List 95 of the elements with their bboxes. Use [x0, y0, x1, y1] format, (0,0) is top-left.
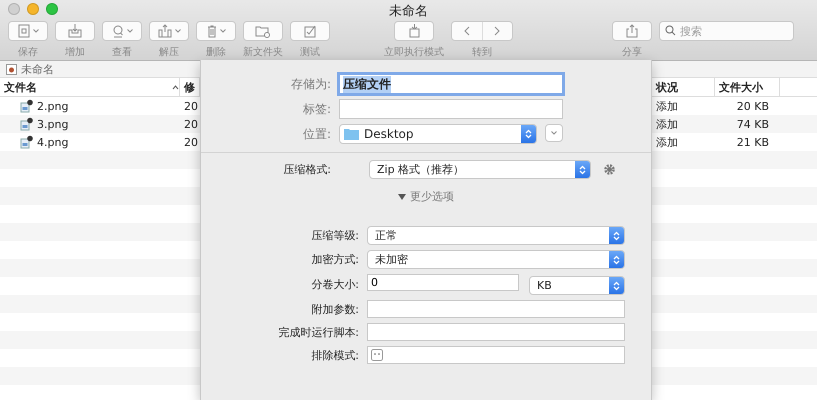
search-icon: [665, 25, 676, 36]
option-label: 压缩等级:: [310, 228, 359, 243]
path-label: 未命名: [21, 62, 54, 76]
option-label: 加密方式:: [310, 252, 359, 267]
run-mode-button[interactable]: [394, 21, 434, 41]
stepper-icon: [613, 280, 620, 290]
stepper-icon: [525, 129, 532, 139]
window-title: 未命名: [389, 4, 428, 19]
selected-text: 压缩文件: [343, 76, 391, 92]
file-name-cell: 3.png: [0, 117, 180, 131]
toolbar-label: 增加: [65, 46, 85, 59]
toolbar-label: 新文件夹: [243, 46, 283, 59]
toolbar-label: 删除: [206, 46, 226, 59]
size-cell-text: 74 KB: [736, 118, 770, 130]
column-header[interactable]: 文件名: [0, 78, 180, 96]
caret-icon: [174, 29, 180, 33]
archive-icon: [6, 64, 17, 74]
location-select[interactable]: Desktop: [339, 124, 537, 144]
share-button[interactable]: [612, 21, 652, 41]
toolbar-button[interactable]: [55, 21, 95, 41]
caret-icon: [126, 29, 132, 33]
folder-icon: [344, 128, 359, 140]
size-cell-text: 21 KB: [736, 136, 770, 148]
disclosure-button[interactable]: 更少选项: [398, 189, 454, 204]
image-file-icon: [20, 99, 34, 113]
toolbar-label: 立即执行模式: [384, 46, 444, 59]
chevron-left-icon: [464, 26, 470, 36]
tray-download-icon: [68, 24, 82, 38]
toolbar-label: 查看: [112, 46, 132, 59]
toolbar-label: 转到: [472, 46, 492, 59]
status-cell-text: 添加: [655, 116, 679, 132]
column-header[interactable]: 文件大小: [715, 78, 780, 96]
toolbar-button[interactable]: [8, 21, 48, 41]
toolbar-label: 测试: [300, 46, 320, 59]
format-label: 压缩格式:: [282, 162, 331, 177]
folder-plus-icon: [255, 24, 271, 38]
file-name-cell: 4.png: [0, 135, 180, 149]
option-field[interactable]: [367, 300, 625, 318]
chevron-right-icon: [494, 26, 500, 36]
sort-ascending-icon: [172, 84, 179, 90]
navigation-control[interactable]: [451, 21, 513, 41]
tags-field[interactable]: [339, 99, 563, 119]
image-file-icon: [20, 117, 34, 131]
trash-icon: [206, 24, 216, 38]
option-field[interactable]: 0: [367, 274, 519, 291]
option-select[interactable]: 正常: [367, 226, 625, 245]
image-file-icon: [20, 135, 34, 149]
caret-icon: [551, 131, 557, 135]
status-cell-text: 添加: [655, 98, 679, 114]
checkbox-icon: [304, 24, 316, 38]
file-name-cell: 2.png: [0, 99, 180, 113]
date-cell-text: 20: [183, 136, 199, 148]
expand-button[interactable]: [545, 124, 563, 142]
device-icon: [408, 24, 420, 38]
option-select[interactable]: 未加密: [367, 250, 625, 269]
option-field[interactable]: [367, 346, 625, 364]
stepper-icon: [579, 164, 586, 174]
unit-select[interactable]: KB: [529, 276, 625, 295]
toolbar-button[interactable]: [196, 21, 236, 41]
date-cell-text: 20: [183, 118, 199, 130]
search-field[interactable]: 搜索: [659, 21, 794, 41]
date-cell-text: 20: [183, 100, 199, 112]
format-select[interactable]: Zip 格式（推荐）: [369, 160, 591, 179]
option-label: 完成时运行脚本:: [277, 324, 359, 340]
option-field[interactable]: [367, 323, 625, 341]
option-label: 附加参数:: [310, 302, 359, 316]
caret-icon: [32, 29, 38, 33]
tags-label: 标签:: [302, 100, 331, 118]
token-icon: [371, 349, 383, 361]
option-label: 排除模式:: [310, 348, 359, 362]
toolbar-label: 保存: [18, 46, 38, 59]
caret-icon: [220, 29, 226, 33]
zoom-button[interactable]: [46, 3, 58, 15]
toolbar-button[interactable]: [243, 21, 283, 41]
tray-upload-icon: [158, 24, 172, 38]
toolbar-label: 解压: [159, 46, 179, 59]
close-button[interactable]: [8, 3, 20, 15]
stepper-icon: [613, 254, 620, 264]
minimize-button[interactable]: [27, 3, 39, 15]
save-as-label: 存储为:: [290, 76, 331, 92]
status-cell-text: 添加: [655, 134, 679, 150]
toolbar-button[interactable]: [290, 21, 330, 41]
save-as-field[interactable]: 压缩文件: [337, 72, 565, 96]
option-label: 分卷大小:: [310, 277, 359, 292]
stepper-icon: [613, 230, 620, 240]
gear-icon: [603, 163, 616, 176]
magnifier-icon: [112, 24, 124, 38]
disclosure-triangle-icon: [398, 192, 406, 200]
share-icon: [626, 24, 638, 38]
toolbar-label: 分享: [622, 46, 642, 59]
toolbar-button[interactable]: [149, 21, 189, 41]
archive-icon: [18, 24, 30, 38]
size-cell-text: 20 KB: [736, 100, 770, 112]
location-label: 位置:: [302, 126, 331, 142]
toolbar-button[interactable]: [102, 21, 142, 41]
